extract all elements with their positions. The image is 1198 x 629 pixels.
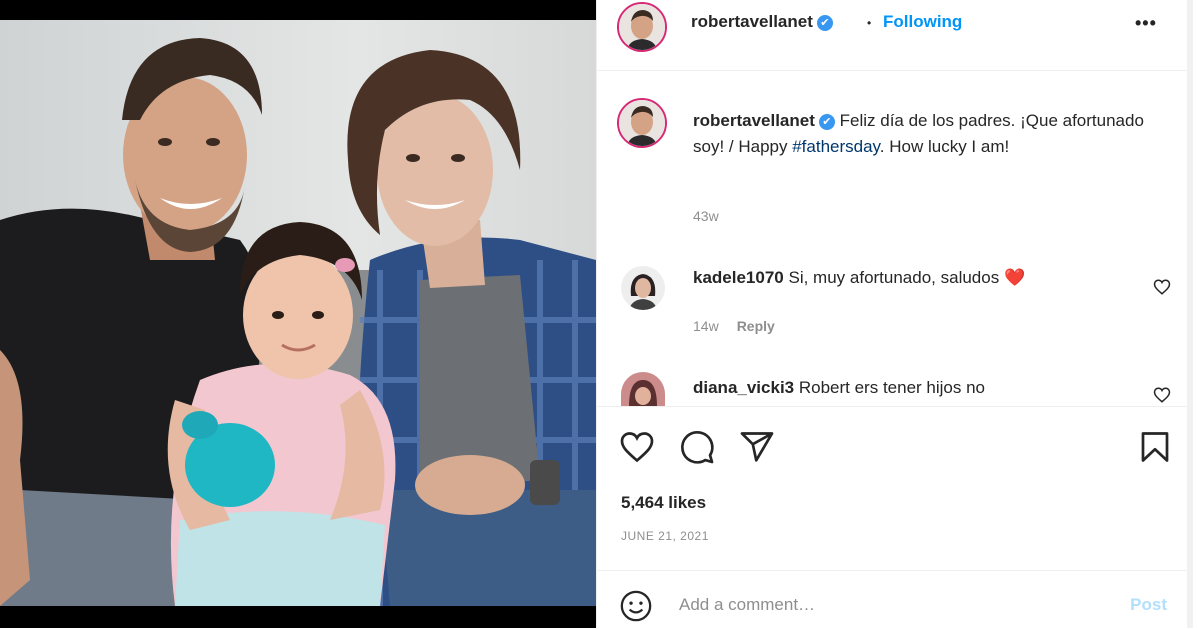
post-photo[interactable] [0,0,596,628]
add-comment-input[interactable]: Add a comment… [679,595,815,615]
author-username[interactable]: robertavellanet ✔ [691,12,833,32]
likes-count[interactable]: 5,464 likes [621,493,706,513]
post-details-panel: robertavellanet ✔ • Following ••• roberta… [596,0,1193,628]
verified-badge-icon: ✔ [816,14,833,31]
reply-button[interactable]: Reply [737,318,775,334]
comment-1-text: Si, muy afortunado, saludos [788,268,1000,287]
commenter-avatar[interactable] [621,266,665,310]
caption-text: robertavellanet ✔ Feliz día de los padres… [693,108,1153,160]
caption-age[interactable]: 43w [693,208,719,224]
comment-2: diana_vicki3 Robert ers tener hijos no [693,378,985,398]
comment-1-username[interactable]: kadele1070 [693,268,784,287]
comment-2-text: Robert ers tener hijos no [798,378,986,397]
bookmark-icon[interactable] [1137,429,1173,465]
comment-1-meta: 14w Reply [693,318,775,334]
comment-2-like-heart-icon[interactable] [1153,386,1171,404]
following-button[interactable]: Following [883,12,962,32]
post-actions: 5,464 likes JUNE 21, 2021 [597,406,1193,557]
comment-like-heart-icon[interactable] [1153,278,1171,296]
comment-1-emoji: ❤️ [1003,268,1026,287]
heart-icon[interactable] [619,429,655,465]
family-photo-image [0,20,596,606]
author-avatar[interactable] [617,2,667,52]
caption-body-end: . How lucky I am! [879,137,1010,156]
hashtag-link[interactable]: #fathersday [792,137,880,156]
separator-dot: • [867,16,872,30]
comment-1: kadele1070 Si, muy afortunado, saludos ❤… [693,268,1025,288]
scrollbar[interactable] [1187,0,1193,628]
add-comment-bar: Add a comment… Post [597,570,1193,629]
paper-plane-icon[interactable] [739,429,775,465]
post-header: robertavellanet ✔ • Following ••• [597,0,1193,71]
smiley-icon[interactable] [619,589,653,623]
commenter-2-avatar[interactable] [621,372,665,406]
more-options-icon[interactable]: ••• [1135,13,1157,34]
author-username-text[interactable]: robertavellanet [691,12,813,31]
post-comment-button[interactable]: Post [1130,595,1167,615]
comment-2-username[interactable]: diana_vicki3 [693,378,794,397]
caption-avatar[interactable] [617,98,667,148]
comment-1-age[interactable]: 14w [693,318,719,334]
caption-verified-icon: ✔ [818,113,835,130]
post-date[interactable]: JUNE 21, 2021 [621,529,709,543]
speech-bubble-icon[interactable] [679,429,715,465]
caption-username[interactable]: robertavellanet [693,111,815,130]
